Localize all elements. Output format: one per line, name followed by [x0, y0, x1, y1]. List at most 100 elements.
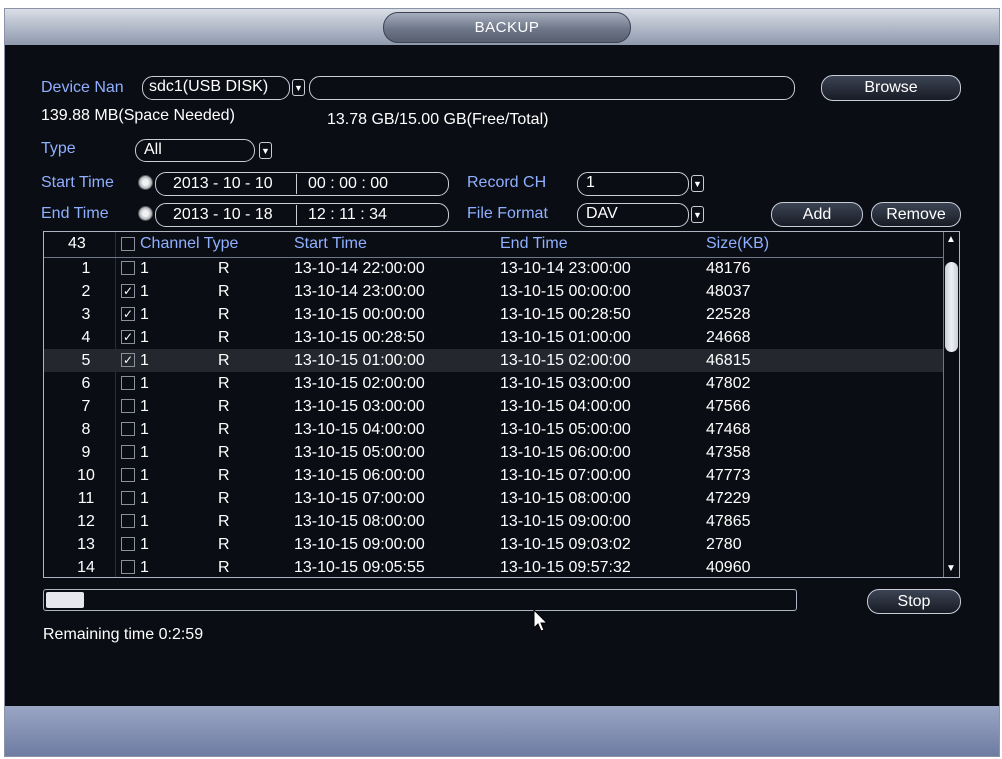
scroll-down-icon[interactable]: ▼	[945, 562, 957, 576]
row-type: R	[218, 329, 230, 346]
backup-file-table: 43 Channel Type Start Time End Time Size…	[43, 231, 960, 578]
select-all-checkbox[interactable]	[121, 237, 135, 251]
row-channel: 1	[140, 375, 149, 392]
row-size: 48037	[706, 283, 751, 300]
record-ch-dropdown-icon[interactable]: ▼	[691, 175, 704, 192]
type-select[interactable]: All	[135, 139, 255, 162]
window-title: BACKUP	[383, 12, 631, 43]
row-checkbox[interactable]	[121, 491, 135, 505]
table-header: 43 Channel Type Start Time End Time Size…	[44, 232, 944, 258]
start-time-value: 00 : 00 : 00	[308, 175, 389, 192]
row-end-time: 13-10-15 03:00:00	[500, 375, 631, 392]
add-button[interactable]: Add	[771, 202, 863, 227]
remove-button[interactable]: Remove	[871, 202, 961, 227]
row-size: 47865	[706, 513, 751, 530]
row-checkbox[interactable]	[121, 514, 135, 528]
row-checkbox[interactable]	[121, 399, 135, 413]
table-row[interactable]: 2 1 R 13-10-14 23:00:00 13-10-15 00:00:00 480…	[44, 280, 944, 303]
row-checkbox[interactable]: ✓	[121, 330, 135, 344]
row-type: R	[218, 375, 230, 392]
type-dropdown-icon[interactable]: ▼	[259, 142, 272, 159]
row-size: 40960	[706, 559, 751, 576]
table-row[interactable]: 8 1 R 13-10-15 04:00:00 13-10-15 05:00:00 474…	[44, 418, 944, 441]
row-channel: 1	[140, 329, 149, 346]
row-size: 2780	[706, 536, 742, 553]
row-type: R	[218, 513, 230, 530]
table-row[interactable]: 7 1 R 13-10-15 03:00:00 13-10-15 04:00:00 475…	[44, 395, 944, 418]
record-ch-label: Record CH	[467, 174, 547, 191]
row-size: 47802	[706, 375, 751, 392]
row-start-time: 13-10-14 23:00:00	[294, 283, 425, 300]
table-row[interactable]: 6 1 R 13-10-15 02:00:00 13-10-15 03:00:00 478…	[44, 372, 944, 395]
row-type: R	[218, 352, 230, 369]
row-checkbox[interactable]	[121, 422, 135, 436]
row-end-time: 13-10-15 09:00:00	[500, 513, 631, 530]
file-format-dropdown-icon[interactable]: ▼	[691, 206, 704, 223]
row-checkbox[interactable]	[121, 376, 135, 390]
row-checkbox[interactable]	[121, 537, 135, 551]
device-dropdown-icon[interactable]: ▼	[292, 79, 305, 96]
row-type: R	[218, 444, 230, 461]
row-type: R	[218, 306, 230, 323]
end-time-value: 12 : 11 : 34	[308, 206, 387, 223]
title-bar: BACKUP	[5, 9, 999, 45]
table-row[interactable]: 9 1 R 13-10-15 05:00:00 13-10-15 06:00:00 473…	[44, 441, 944, 464]
file-format-select[interactable]: DAV	[577, 203, 689, 227]
row-checkbox[interactable]	[121, 468, 135, 482]
row-channel: 1	[140, 283, 149, 300]
table-row[interactable]: 10 1 R 13-10-15 06:00:00 13-10-15 07:00:00 47…	[44, 464, 944, 487]
scroll-thumb[interactable]	[945, 262, 958, 352]
row-size: 47229	[706, 490, 751, 507]
row-channel: 1	[140, 352, 149, 369]
table-row[interactable]: 5 1 R 13-10-15 01:00:00 13-10-15 02:00:00 468…	[44, 349, 944, 372]
header-end-time: End Time	[500, 235, 568, 252]
end-clock-icon[interactable]	[138, 206, 153, 221]
row-size: 47358	[706, 444, 751, 461]
progress-fill	[46, 592, 84, 608]
end-field-divider	[296, 205, 297, 225]
row-channel: 1	[140, 421, 149, 438]
row-start-time: 13-10-15 09:00:00	[294, 536, 425, 553]
row-end-time: 13-10-15 04:00:00	[500, 398, 631, 415]
start-date-value: 2013 - 10 - 10	[173, 175, 273, 192]
row-end-time: 13-10-15 00:28:50	[500, 306, 631, 323]
row-number: 9	[81, 444, 91, 461]
table-row[interactable]: 4 1 R 13-10-15 00:28:50 13-10-15 01:00:00 246…	[44, 326, 944, 349]
table-row[interactable]: 12 1 R 13-10-15 08:00:00 13-10-15 09:00:00 47…	[44, 510, 944, 533]
row-checkbox[interactable]: ✓	[121, 284, 135, 298]
table-row[interactable]: 3 1 R 13-10-15 00:00:00 13-10-15 00:28:50 225…	[44, 303, 944, 326]
scrollbar[interactable]: ▲ ▼	[943, 232, 959, 577]
table-row[interactable]: 11 1 R 13-10-15 07:00:00 13-10-15 08:00:00 47…	[44, 487, 944, 510]
stop-button[interactable]: Stop	[867, 589, 961, 614]
device-select[interactable]: sdc1(USB DISK)	[142, 76, 290, 100]
row-end-time: 13-10-15 06:00:00	[500, 444, 631, 461]
row-number: 11	[77, 490, 95, 507]
scroll-up-icon[interactable]: ▲	[945, 233, 957, 247]
row-checkbox[interactable]	[121, 261, 135, 275]
mouse-cursor-icon	[533, 609, 549, 632]
row-end-time: 13-10-15 00:00:00	[500, 283, 631, 300]
browse-button[interactable]: Browse	[821, 75, 961, 101]
row-type: R	[218, 536, 230, 553]
table-row[interactable]: 14 1 R 13-10-15 09:05:55 13-10-15 09:57:32 40…	[44, 556, 944, 577]
file-format-value: DAV	[586, 205, 618, 222]
start-time-field[interactable]: 2013 - 10 - 10 00 : 00 : 00	[155, 172, 449, 196]
row-checkbox[interactable]: ✓	[121, 307, 135, 321]
device-path-field[interactable]	[309, 76, 795, 100]
record-ch-select[interactable]: 1	[577, 172, 689, 196]
table-row[interactable]: 1 1 R 13-10-14 22:00:00 13-10-14 23:00:00 481…	[44, 257, 944, 280]
record-count: 43	[68, 235, 86, 252]
end-time-field[interactable]: 2013 - 10 - 18 12 : 11 : 34	[155, 203, 449, 227]
row-start-time: 13-10-15 00:28:50	[294, 329, 425, 346]
row-type: R	[218, 398, 230, 415]
row-checkbox[interactable]	[121, 445, 135, 459]
free-total-text: 13.78 GB/15.00 GB(Free/Total)	[327, 111, 549, 128]
row-checkbox[interactable]	[121, 560, 135, 574]
row-number: 12	[77, 513, 95, 530]
row-channel: 1	[140, 398, 149, 415]
start-clock-icon[interactable]	[138, 175, 153, 190]
row-checkbox[interactable]: ✓	[121, 353, 135, 367]
header-size: Size(KB)	[706, 235, 770, 252]
table-row[interactable]: 13 1 R 13-10-15 09:00:00 13-10-15 09:03:02 27…	[44, 533, 944, 556]
row-start-time: 13-10-15 03:00:00	[294, 398, 425, 415]
